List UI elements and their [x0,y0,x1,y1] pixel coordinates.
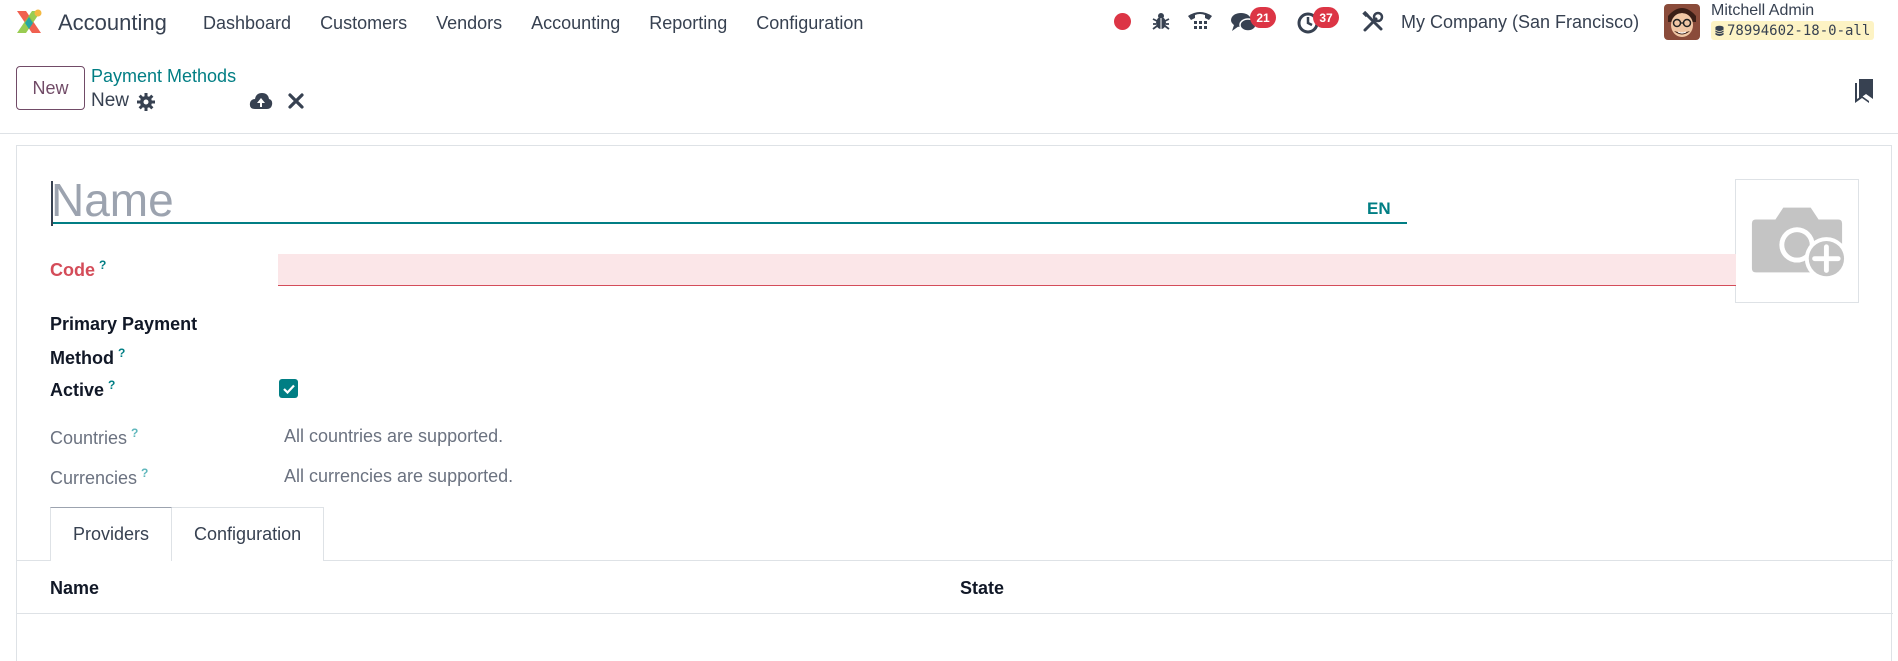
messages-badge: 21 [1250,7,1276,28]
new-button[interactable]: New [16,66,85,110]
menu-configuration[interactable]: Configuration [756,13,863,34]
providers-list-header: Name State [17,561,1893,614]
countries-label: Countries? [50,426,139,448]
cloud-upload-icon[interactable] [249,90,273,112]
app-logo-icon[interactable] [14,7,44,37]
menu-accounting[interactable]: Accounting [531,13,620,34]
form-sheet: EN Code? Primary Payment Method? Active?… [16,145,1893,661]
activities-button[interactable]: 37 [1296,7,1339,35]
active-checkbox[interactable] [279,379,298,398]
menu-dashboard[interactable]: Dashboard [203,13,291,34]
avatar-image [1664,4,1700,40]
notebook-tabs: Providers Configuration [50,507,325,561]
record-name: New [91,90,130,111]
active-label: Active? [50,378,116,400]
bookmark-icon[interactable] [1854,78,1874,104]
check-icon [282,384,295,394]
camera-plus-icon [1751,207,1846,281]
messages-button[interactable]: 21 [1231,7,1276,33]
company-switcher[interactable]: My Company (San Francisco) [1401,12,1639,33]
menu-vendors[interactable]: Vendors [436,13,502,34]
code-input[interactable] [278,254,1736,286]
top-navbar: Accounting Dashboard Customers Vendors A… [0,0,1898,44]
main-menu: Dashboard Customers Vendors Accounting R… [203,13,892,34]
database-icon [1715,25,1724,36]
column-state[interactable]: State [960,578,1004,599]
code-label: Code? [50,258,107,280]
primary-payment-method-label: Primary Payment Method? [50,314,198,368]
menu-reporting[interactable]: Reporting [649,13,727,34]
activities-badge: 37 [1313,7,1339,28]
countries-value: All countries are supported. [284,426,504,446]
currencies-value: All currencies are supported. [284,466,514,486]
image-upload[interactable] [1735,179,1859,303]
active-help-icon[interactable]: ? [108,378,115,392]
text-caret [51,181,53,226]
tab-providers[interactable]: Providers [50,507,173,561]
avatar[interactable] [1664,4,1700,40]
database-tag: 78994602-18-0-all [1711,21,1875,40]
gear-icon[interactable] [136,92,156,112]
menu-customers[interactable]: Customers [320,13,407,34]
breadcrumb[interactable]: Payment Methods [91,66,236,87]
database-name: 78994602-18-0-all [1727,22,1871,39]
user-name[interactable]: Mitchell Admin [1711,2,1814,20]
code-help-icon[interactable]: ? [99,258,106,272]
currencies-help-icon[interactable]: ? [141,466,148,480]
currencies-label: Currencies? [50,466,149,488]
phone-icon[interactable] [1187,10,1213,32]
close-icon[interactable] [287,92,305,110]
countries-help-icon[interactable]: ? [131,426,138,440]
primary-payment-method-help-icon[interactable]: ? [118,346,125,360]
language-button[interactable]: EN [1367,199,1391,219]
record-dot-icon[interactable] [1114,13,1131,30]
bug-icon[interactable] [1151,11,1171,31]
column-name[interactable]: Name [50,578,99,599]
tools-icon[interactable] [1362,11,1384,33]
tab-configuration[interactable]: Configuration [172,507,325,561]
control-panel: New Payment Methods New [0,44,1898,134]
app-name[interactable]: Accounting [58,10,167,36]
name-input[interactable] [51,178,1407,224]
